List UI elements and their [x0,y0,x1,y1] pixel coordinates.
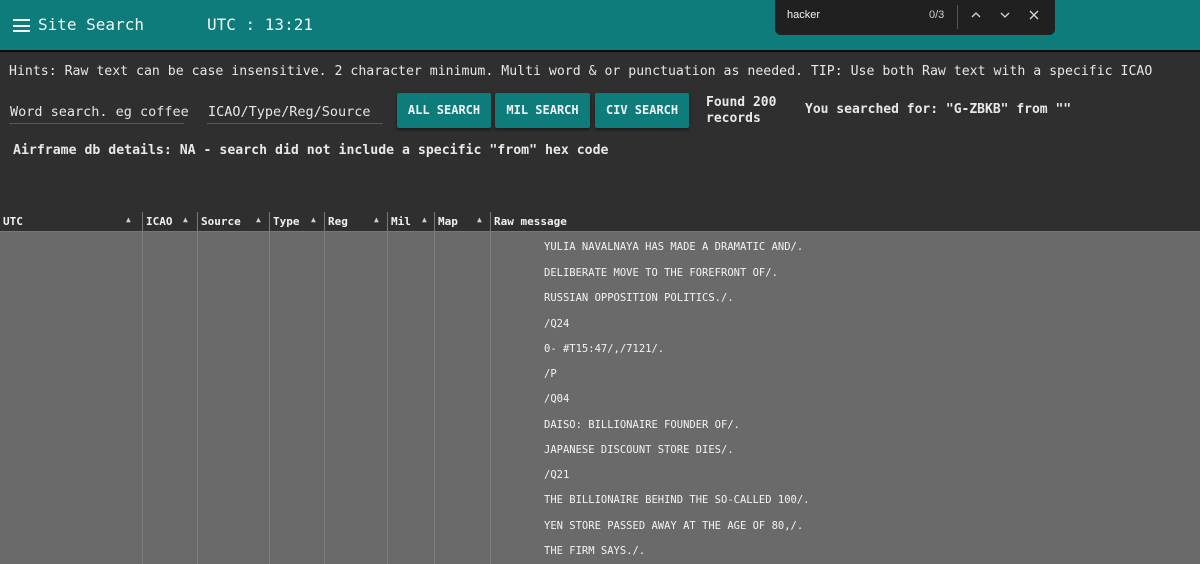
site-title: Site Search [38,15,144,34]
raw-message-line: 0- #T15:47/,/7121/. [544,343,665,355]
searched-for-text: You searched for: "G-ZBKB" from "" [805,102,1072,117]
column-divider [324,232,325,564]
sort-arrow-icon[interactable]: ▲ [422,215,427,224]
sort-arrow-icon[interactable]: ▲ [477,215,482,224]
found-count: Found 200 [706,95,777,110]
column-raw-message[interactable]: Raw message [490,212,1200,231]
raw-message-line: /Q04 [544,393,570,405]
column-divider [142,232,143,564]
results-table-body: YULIA NAVALNAYA HAS MADE A DRAMATIC AND/… [0,232,1200,564]
icao-search-placeholder: ICAO/Type/Reg/Source [208,104,371,120]
raw-message-line: /Q21 [544,469,570,481]
column-mil[interactable]: Mil ▲ [387,212,435,231]
column-utc[interactable]: UTC ▲ [0,212,142,231]
word-search-placeholder: Word search. eg coffee [10,104,189,120]
close-icon[interactable] [1024,6,1044,26]
raw-message-line: /Q24 [544,318,570,330]
column-source[interactable]: Source ▲ [197,212,270,231]
raw-message-line: YULIA NAVALNAYA HAS MADE A DRAMATIC AND/… [544,241,804,253]
chevron-down-icon[interactable] [995,6,1015,26]
find-input[interactable]: hacker [787,9,820,21]
raw-message-line: JAPANESE DISCOUNT STORE DIES/. [544,444,734,456]
airframe-details: Airframe db details: NA - search did not… [13,143,609,158]
raw-message-line: RUSSIAN OPPOSITION POLITICS./. [544,292,734,304]
chevron-up-icon[interactable] [966,6,986,26]
column-divider [197,232,198,564]
column-divider [387,232,388,564]
column-divider [490,232,491,564]
civ-search-button[interactable]: CIV SEARCH [595,93,689,128]
results-table-header: UTC ▲ ICAO ▲ Source ▲ Type ▲ Reg ▲ Mil ▲… [0,212,1200,232]
sort-arrow-icon[interactable]: ▲ [183,215,188,224]
search-hints: Hints: Raw text can be case insensitive.… [9,64,1153,79]
raw-message-line: DELIBERATE MOVE TO THE FOREFRONT OF/. [544,267,778,279]
found-records: Found 200 records [706,95,776,127]
sort-arrow-icon[interactable]: ▲ [256,215,261,224]
find-divider [957,5,958,29]
sort-arrow-icon[interactable]: ▲ [374,215,379,224]
menu-icon[interactable] [13,19,30,32]
all-search-button[interactable]: ALL SEARCH [397,93,491,128]
icao-search-input[interactable]: ICAO/Type/Reg/Source [207,101,383,124]
sort-arrow-icon[interactable]: ▲ [311,215,316,224]
word-search-input[interactable]: Word search. eg coffee [9,101,189,124]
mil-search-button[interactable]: MIL SEARCH [495,93,590,128]
raw-message-line: THE BILLIONAIRE BEHIND THE SO-CALLED 100… [544,494,810,506]
find-bar: hacker 0/3 [775,0,1055,35]
raw-message-line: YEN STORE PASSED AWAY AT THE AGE OF 80,/… [544,520,804,532]
raw-message-line: THE FIRM SAYS./. [544,545,646,557]
column-type[interactable]: Type ▲ [269,212,325,231]
column-map[interactable]: Map ▲ [434,212,491,231]
found-records-label: records [706,111,761,126]
utc-clock: UTC : 13:21 [207,15,313,34]
raw-message-line: DAISO: BILLIONAIRE FOUNDER OF/. [544,419,740,431]
raw-message-line: /P [544,368,557,380]
sort-arrow-icon[interactable]: ▲ [126,215,131,224]
column-divider [434,232,435,564]
column-icao[interactable]: ICAO ▲ [142,212,198,231]
find-match-count: 0/3 [929,9,945,21]
column-reg[interactable]: Reg ▲ [324,212,388,231]
column-divider [269,232,270,564]
